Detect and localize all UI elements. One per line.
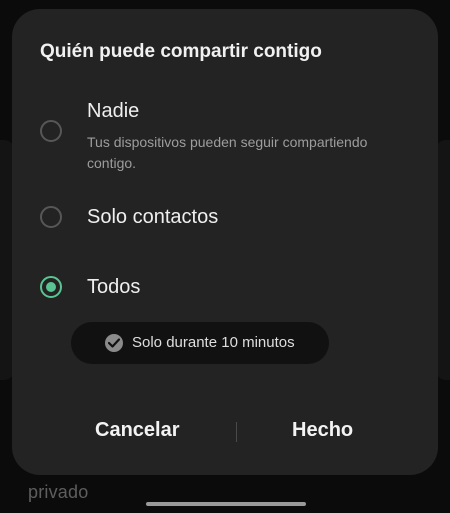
gesture-navigation-handle[interactable] — [146, 502, 306, 506]
duration-chip[interactable]: Solo durante 10 minutos — [71, 322, 329, 364]
option-description: Tus dispositivos pueden seguir compartie… — [87, 134, 368, 171]
option-label: Todos — [87, 276, 141, 298]
option-nadie[interactable]: Nadie Tus dispositivos pueden seguir com… — [12, 95, 438, 175]
radio-nadie[interactable] — [40, 120, 62, 142]
duration-chip-label: Solo durante 10 minutos — [132, 334, 295, 351]
button-divider — [236, 422, 237, 442]
screen: privado Quién puede compartir contigo Na… — [0, 0, 450, 513]
done-button[interactable]: Hecho — [292, 419, 353, 442]
radio-todos[interactable] — [40, 276, 62, 298]
check-circle-icon — [105, 334, 123, 352]
option-label: Nadie — [87, 100, 140, 122]
cancel-button[interactable]: Cancelar — [95, 419, 180, 442]
option-todos[interactable]: Todos — [12, 269, 438, 305]
option-solo-contactos[interactable]: Solo contactos — [12, 199, 438, 235]
background-text: privado — [28, 482, 89, 502]
radio-selected-dot — [46, 282, 56, 292]
option-label: Solo contactos — [87, 206, 219, 228]
dialog-title: Quién puede compartir contigo — [40, 41, 322, 62]
share-permission-dialog: Quién puede compartir contigo Nadie Tus … — [12, 9, 438, 475]
radio-solo-contactos[interactable] — [40, 206, 62, 228]
background-card-right — [436, 140, 450, 380]
